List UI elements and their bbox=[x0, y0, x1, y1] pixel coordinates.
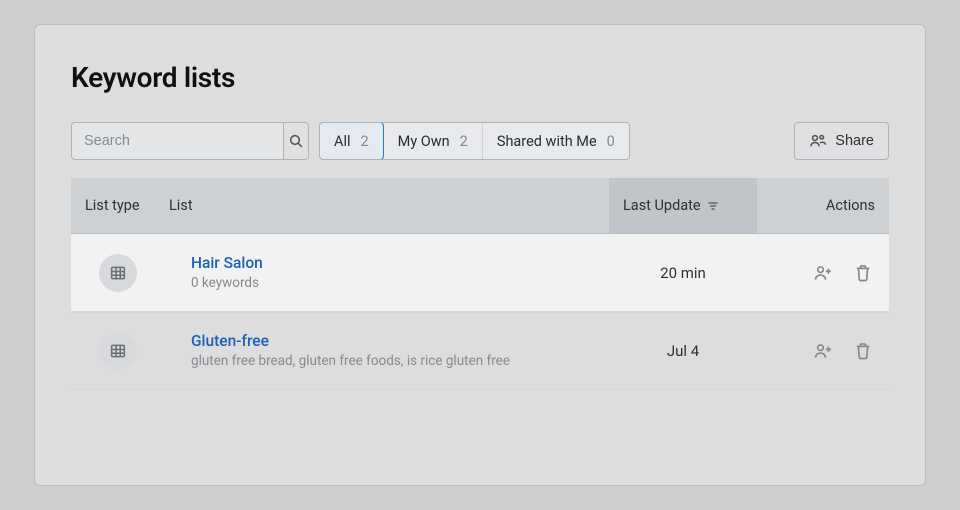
table-row[interactable]: Hair Salon 0 keywords 20 min bbox=[71, 234, 889, 312]
search-button[interactable] bbox=[283, 123, 308, 159]
row-update-cell: Jul 4 bbox=[609, 342, 757, 360]
filter-tab-count: 2 bbox=[361, 133, 369, 150]
filter-tab-all[interactable]: All 2 bbox=[319, 122, 384, 160]
share-users-icon bbox=[809, 132, 827, 150]
filter-tab-label: Shared with Me bbox=[497, 133, 597, 150]
row-list-cell: Hair Salon 0 keywords bbox=[161, 254, 609, 291]
filter-tab-count: 0 bbox=[607, 133, 615, 150]
row-list-cell: Gluten-free gluten free bread, gluten fr… bbox=[161, 332, 609, 369]
search-field bbox=[71, 122, 309, 160]
col-header-update-label: Last Update bbox=[623, 197, 701, 214]
share-button-label: Share bbox=[835, 133, 874, 149]
row-update-cell: 20 min bbox=[609, 264, 757, 282]
filter-tabs: All 2 My Own 2 Shared with Me 0 bbox=[319, 122, 630, 160]
controls-bar: All 2 My Own 2 Shared with Me 0 bbox=[71, 122, 889, 160]
col-header-actions: Actions bbox=[757, 197, 889, 214]
search-icon bbox=[288, 133, 304, 149]
list-name-link[interactable]: Gluten-free bbox=[191, 332, 609, 350]
list-name-link[interactable]: Hair Salon bbox=[191, 254, 609, 272]
col-header-update[interactable]: Last Update bbox=[609, 178, 757, 233]
share-row-button[interactable] bbox=[811, 261, 835, 285]
list-description: gluten free bread, gluten free foods, is… bbox=[191, 353, 609, 369]
list-type-icon bbox=[99, 254, 137, 292]
trash-icon bbox=[853, 341, 873, 361]
filter-tab-own[interactable]: My Own 2 bbox=[384, 123, 483, 159]
filter-tab-label: My Own bbox=[398, 133, 450, 150]
row-actions-cell bbox=[757, 261, 889, 285]
sort-icon bbox=[707, 200, 719, 212]
col-header-type: List type bbox=[71, 197, 161, 214]
row-type-cell bbox=[71, 254, 161, 292]
filter-tab-count: 2 bbox=[460, 133, 468, 150]
keyword-lists-panel: Keyword lists All 2 My Own 2 Sh bbox=[34, 24, 926, 486]
list-type-icon bbox=[99, 332, 137, 370]
share-button[interactable]: Share bbox=[794, 122, 889, 160]
row-type-cell bbox=[71, 332, 161, 370]
delete-row-button[interactable] bbox=[851, 339, 875, 363]
trash-icon bbox=[853, 263, 873, 283]
filter-tab-label: All bbox=[334, 133, 351, 150]
share-row-button[interactable] bbox=[811, 339, 835, 363]
delete-row-button[interactable] bbox=[851, 261, 875, 285]
table-header: List type List Last Update Actions bbox=[71, 178, 889, 234]
filter-tab-shared[interactable]: Shared with Me 0 bbox=[483, 123, 629, 159]
col-header-list: List bbox=[161, 197, 609, 214]
person-add-icon bbox=[813, 341, 833, 361]
search-input[interactable] bbox=[72, 123, 283, 159]
row-actions-cell bbox=[757, 339, 889, 363]
person-add-icon bbox=[813, 263, 833, 283]
table-row[interactable]: Gluten-free gluten free bread, gluten fr… bbox=[71, 312, 889, 390]
list-description: 0 keywords bbox=[191, 275, 609, 291]
page-title: Keyword lists bbox=[71, 61, 889, 94]
